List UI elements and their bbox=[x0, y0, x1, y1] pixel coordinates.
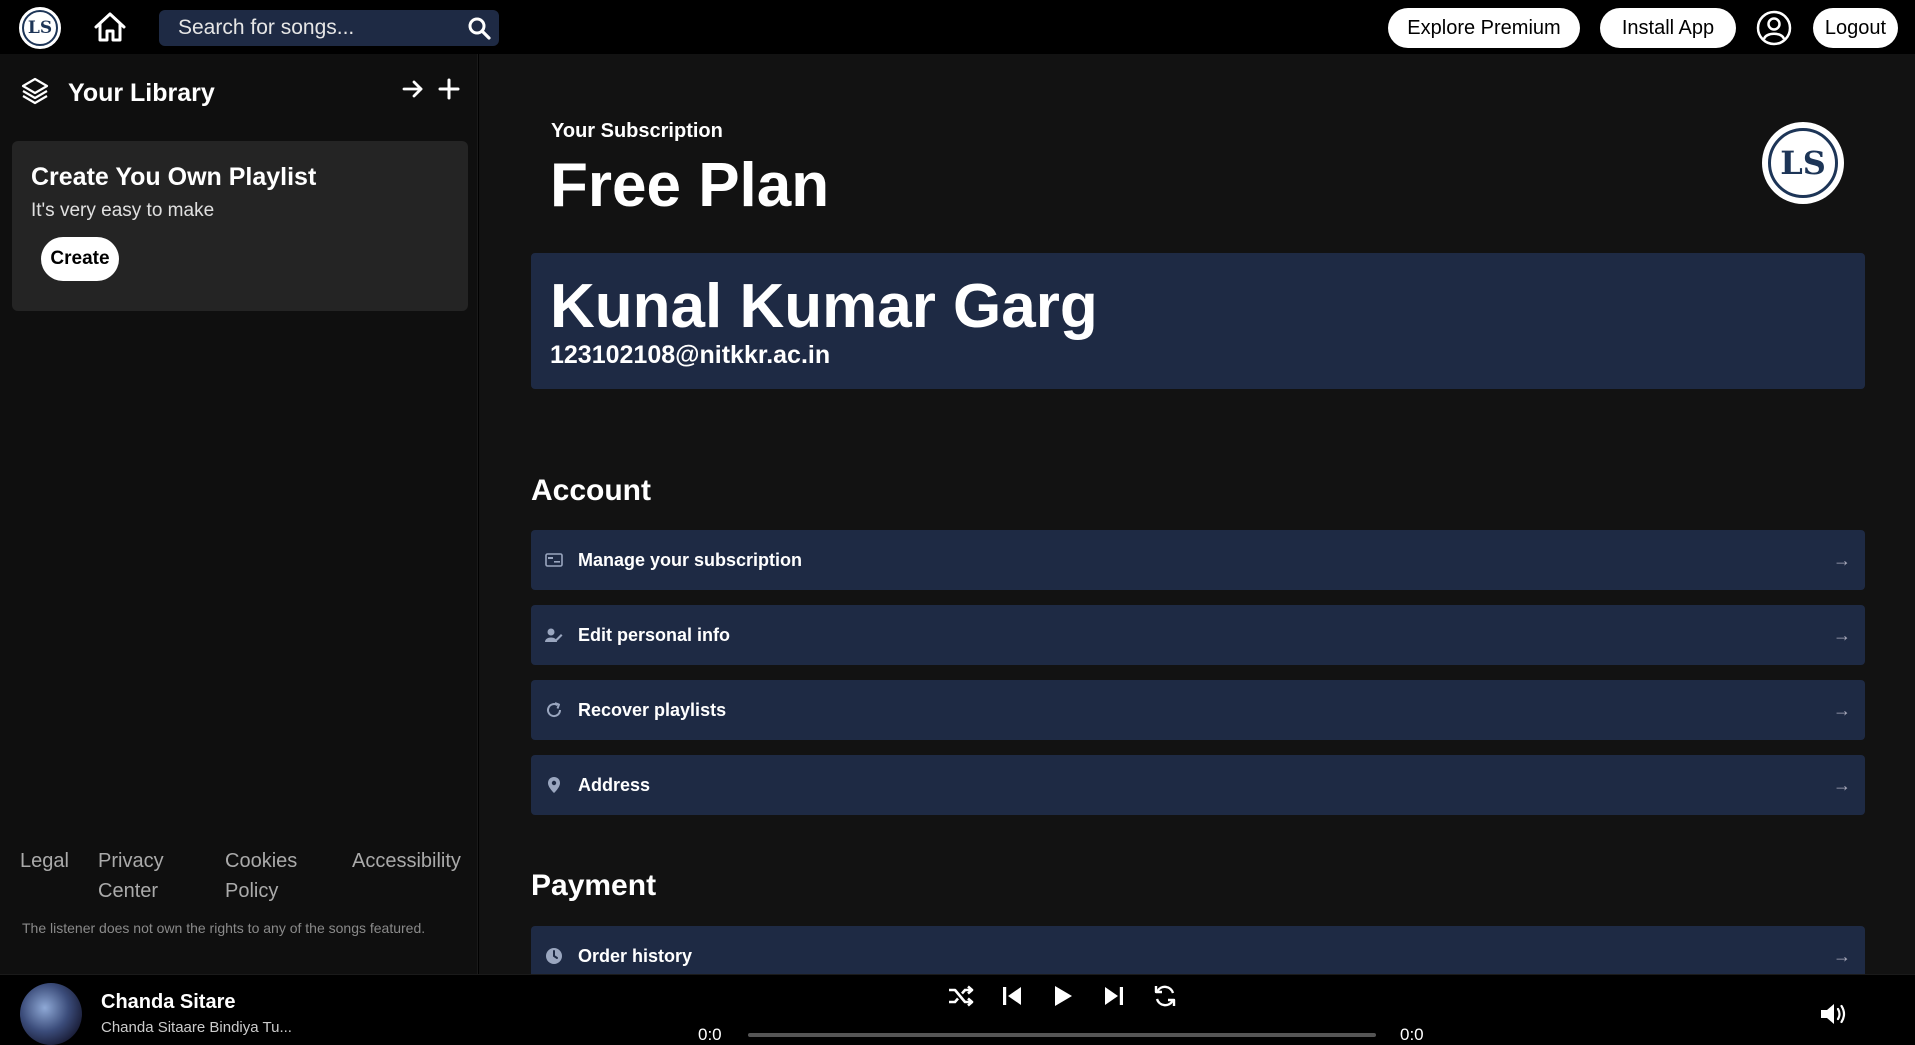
footer-link-privacy-center[interactable]: Privacy Center bbox=[98, 846, 178, 906]
plan-name: Free Plan bbox=[550, 151, 830, 220]
brand-logo-text: LS bbox=[1780, 144, 1826, 182]
now-playing-subtitle: Chanda Sitaare Bindiya Tu... bbox=[101, 1019, 292, 1036]
subscription-label: Your Subscription bbox=[551, 120, 723, 142]
top-bar: LS Explore Premium Install App Logout bbox=[0, 0, 1915, 54]
search-input[interactable] bbox=[159, 16, 459, 40]
rights-disclaimer: The listener does not own the rights to … bbox=[22, 920, 426, 936]
create-playlist-button[interactable]: Create bbox=[41, 237, 119, 281]
card-icon bbox=[544, 550, 564, 570]
payment-section-title: Payment bbox=[531, 869, 657, 902]
arrow-right-icon: → bbox=[1833, 624, 1851, 645]
profile-card: Kunal Kumar Garg 123102108@nitkkr.ac.in bbox=[531, 253, 1865, 389]
footer-link-cookies-policy[interactable]: Cookies Policy bbox=[225, 846, 315, 906]
total-time: 0:0 bbox=[1400, 1025, 1424, 1044]
sidebar: Your Library Create You Own Playlist It'… bbox=[0, 54, 478, 974]
refresh-icon bbox=[544, 700, 564, 720]
address-row[interactable]: Address → bbox=[531, 755, 1865, 815]
library-header[interactable]: Your Library bbox=[20, 76, 215, 111]
footer-link-legal[interactable]: Legal bbox=[20, 846, 69, 876]
user-profile-icon[interactable] bbox=[1756, 10, 1792, 46]
install-app-button[interactable]: Install App bbox=[1600, 8, 1736, 48]
add-playlist-icon[interactable] bbox=[436, 76, 462, 102]
repeat-icon[interactable] bbox=[1149, 981, 1181, 1011]
profile-email: 123102108@nitkkr.ac.in bbox=[550, 341, 831, 369]
app-logo[interactable]: LS bbox=[19, 7, 61, 49]
order-history-row[interactable]: Order history → bbox=[531, 926, 1865, 974]
footer-link-accessibility[interactable]: Accessibility bbox=[352, 846, 461, 876]
arrow-right-icon[interactable] bbox=[400, 76, 426, 102]
create-playlist-card: Create You Own Playlist It's very easy t… bbox=[12, 141, 468, 311]
create-playlist-title: Create You Own Playlist bbox=[31, 163, 317, 191]
album-art bbox=[20, 983, 82, 1045]
user-edit-icon bbox=[544, 625, 564, 645]
arrow-right-icon: → bbox=[1833, 945, 1851, 966]
previous-track-icon[interactable] bbox=[996, 981, 1028, 1011]
brand-logo: LS bbox=[1762, 122, 1844, 204]
account-section-title: Account bbox=[531, 474, 651, 507]
now-playing-title: Chanda Sitare bbox=[101, 991, 236, 1013]
profile-name: Kunal Kumar Garg bbox=[550, 272, 1098, 341]
row-label: Manage your subscription bbox=[578, 549, 803, 570]
play-icon[interactable] bbox=[1047, 981, 1079, 1011]
explore-premium-button[interactable]: Explore Premium bbox=[1388, 8, 1580, 48]
logo-text: LS bbox=[27, 18, 53, 38]
search-bar bbox=[159, 10, 499, 46]
search-icon[interactable] bbox=[459, 10, 499, 46]
location-pin-icon bbox=[544, 775, 564, 795]
row-label: Edit personal info bbox=[578, 624, 731, 645]
next-track-icon[interactable] bbox=[1098, 981, 1130, 1011]
shuffle-icon[interactable] bbox=[945, 981, 977, 1011]
row-label: Address bbox=[578, 774, 651, 795]
clock-icon bbox=[544, 946, 564, 966]
edit-personal-info-row[interactable]: Edit personal info → bbox=[531, 605, 1865, 665]
recover-playlists-row[interactable]: Recover playlists → bbox=[531, 680, 1865, 740]
row-label: Order history bbox=[578, 945, 693, 966]
library-stack-icon bbox=[20, 76, 50, 111]
current-time: 0:0 bbox=[698, 1025, 722, 1044]
library-title: Your Library bbox=[68, 79, 215, 107]
main-content: Your Subscription Free Plan LS Kunal Kum… bbox=[479, 54, 1915, 974]
create-playlist-subtitle: It's very easy to make bbox=[31, 200, 215, 221]
arrow-right-icon: → bbox=[1833, 774, 1851, 795]
volume-icon[interactable] bbox=[1819, 1001, 1849, 1027]
arrow-right-icon: → bbox=[1833, 549, 1851, 570]
row-label: Recover playlists bbox=[578, 699, 727, 720]
home-icon[interactable] bbox=[92, 10, 128, 44]
logout-button[interactable]: Logout bbox=[1813, 8, 1898, 48]
progress-bar[interactable] bbox=[748, 1033, 1376, 1037]
music-player-bar: Chanda Sitare Chanda Sitaare Bindiya Tu.… bbox=[0, 974, 1915, 1045]
arrow-right-icon: → bbox=[1833, 699, 1851, 720]
manage-subscription-row[interactable]: Manage your subscription → bbox=[531, 530, 1865, 590]
